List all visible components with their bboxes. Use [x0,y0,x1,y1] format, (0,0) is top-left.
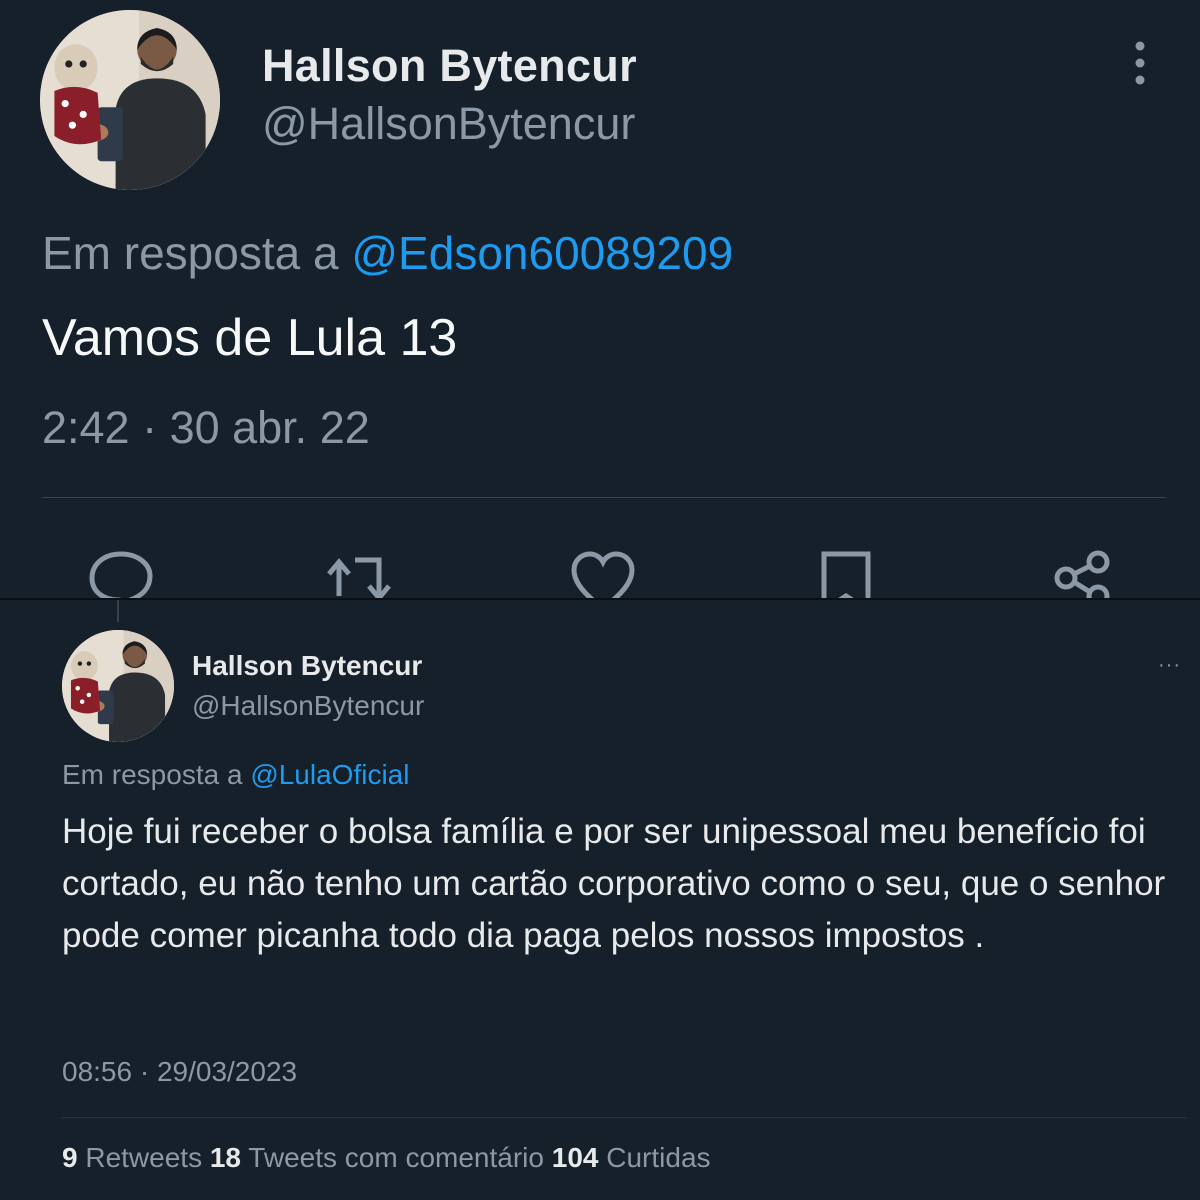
reply-prefix: Em resposta a [42,227,339,279]
more-options-icon[interactable]: ··· [1158,654,1181,677]
like-icon[interactable] [568,548,638,598]
divider [42,497,1166,498]
tweet-text: Vamos de Lula 13 [42,309,458,367]
reply-mention-link[interactable]: @LulaOficial [250,759,409,790]
tweet-2: Hallson Bytencur @HallsonBytencur ··· Em… [0,598,1200,1200]
tweet-text: Hoje fui receber o bolsa família e por s… [62,812,1166,955]
user-handle[interactable]: @HallsonBytencur [192,690,424,722]
user-handle[interactable]: @HallsonBytencur [262,98,635,150]
divider [62,1117,1186,1118]
reply-prefix: Em resposta a [62,759,243,790]
more-options-icon[interactable] [1130,40,1150,86]
quotes-label: Tweets com comentário [248,1142,544,1173]
engagement-stats: 9 Retweets 18 Tweets com comentário 104 … [62,1142,711,1174]
quotes-count: 18 [209,1142,242,1173]
retweet-icon[interactable] [325,548,395,598]
display-name[interactable]: Hallson Bytencur [262,40,637,92]
avatar-photo [40,10,220,190]
bookmark-icon[interactable] [812,548,882,598]
reply-icon[interactable] [86,548,156,598]
tweet-1: Hallson Bytencur @HallsonBytencur Em res… [0,0,1200,598]
share-icon[interactable] [1050,548,1120,598]
retweets-label: Retweets [85,1142,203,1173]
avatar-photo [62,630,174,742]
display-name[interactable]: Hallson Bytencur [192,650,422,682]
avatar[interactable] [40,10,220,190]
retweets-count: 9 [62,1142,78,1173]
quotes-stat[interactable]: 18 Tweets com comentário [210,1142,544,1173]
avatar[interactable] [62,630,174,742]
tweet-timestamp[interactable]: 2:42 · 30 abr. 22 [42,402,370,454]
reply-mention-link[interactable]: @Edson60089209 [351,227,733,279]
reply-context: Em resposta a @LulaOficial [62,759,409,791]
likes-label: Curtidas [606,1142,711,1173]
retweets-stat[interactable]: 9 Retweets [62,1142,202,1173]
likes-count: 104 [551,1142,599,1173]
tweet-timestamp[interactable]: 08:56 · 29/03/2023 [62,1056,297,1088]
likes-stat[interactable]: 104 Curtidas [552,1142,711,1173]
thread-line [117,600,119,622]
reply-context: Em resposta a @Edson60089209 [42,226,733,280]
